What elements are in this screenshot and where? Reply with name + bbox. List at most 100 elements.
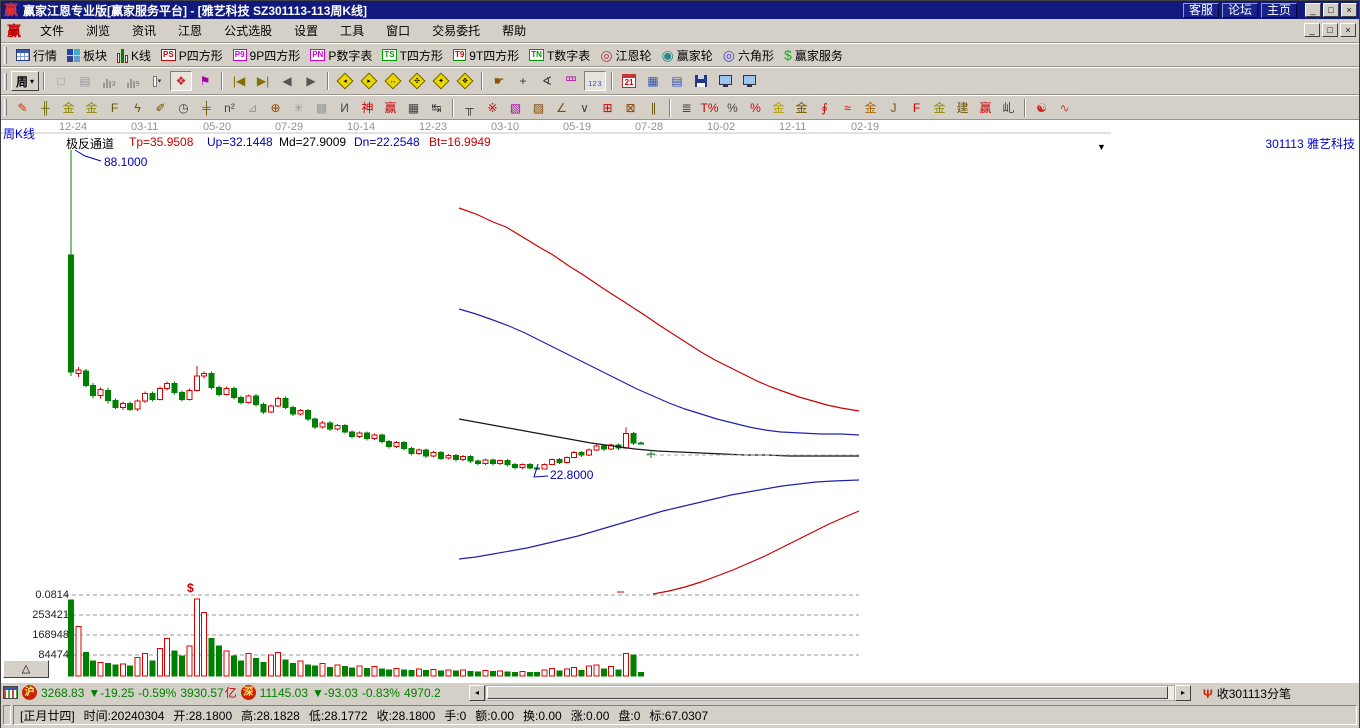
radial-rays-button[interactable]: ※: [482, 98, 503, 117]
calendar-21-button[interactable]: 21: [618, 71, 640, 91]
info-panel-button[interactable]: ▤: [74, 71, 96, 91]
scroll-right-button[interactable]: ▸: [1175, 685, 1191, 701]
shanghai-icon[interactable]: 沪: [22, 685, 37, 700]
period-select-button[interactable]: 周 ▾: [11, 71, 40, 91]
menu-item-9[interactable]: 交易委托: [421, 19, 491, 42]
child-close-button[interactable]: ×: [1340, 23, 1356, 37]
shift-right-button[interactable]: ▸: [358, 71, 380, 91]
menu-item-4[interactable]: 江恩: [167, 19, 213, 42]
menu-item-10[interactable]: 帮助: [491, 19, 537, 42]
trend-angle-button[interactable]: ∠: [551, 98, 572, 117]
wave-bands-button[interactable]: ≈: [837, 98, 858, 117]
toolbar-button-p-number-table[interactable]: PN P数字表: [305, 46, 377, 65]
gann-lines-button[interactable]: ╫: [35, 98, 56, 117]
menu-item-7[interactable]: 工具: [329, 19, 375, 42]
horizontal-scrollbar[interactable]: ◂ ▸: [469, 685, 1191, 701]
wave-mark-button[interactable]: И: [334, 98, 355, 117]
spider-web-button[interactable]: ▩: [311, 98, 332, 117]
toolbar-button-gann-wheel[interactable]: ◎ 江恩轮: [595, 46, 656, 65]
f-angle-button[interactable]: F: [906, 98, 927, 117]
red-seal-button[interactable]: ❖: [170, 71, 193, 91]
last-bar-button[interactable]: ▶|: [252, 71, 274, 91]
fib-lines-button[interactable]: F: [104, 98, 125, 117]
circle-cross-button[interactable]: ⊕: [265, 98, 286, 117]
crosshair-tool-button[interactable]: +: [512, 71, 534, 91]
net-print-button[interactable]: [738, 71, 760, 91]
yingjia-tool-button[interactable]: 赢: [380, 98, 401, 117]
zoom-area-button[interactable]: □: [50, 71, 72, 91]
menu-item-1[interactable]: 文件: [29, 19, 75, 42]
gold-angle-button[interactable]: 金: [929, 98, 950, 117]
block-web-button[interactable]: ⊠: [620, 98, 641, 117]
grid-windows-button[interactable]: ▦: [642, 71, 664, 91]
menu-item-5[interactable]: 公式选股: [213, 19, 283, 42]
level-table-button[interactable]: ≣: [676, 98, 697, 117]
arc-fan-button[interactable]: ϟ: [127, 98, 148, 117]
homepage-button[interactable]: 主页: [1260, 2, 1297, 18]
scrollbar-thumb[interactable]: [487, 686, 1169, 699]
v-reversal-button[interactable]: ∨: [574, 98, 595, 117]
j-angle-button[interactable]: J: [883, 98, 904, 117]
toolbar-button-kline[interactable]: K线: [112, 46, 156, 65]
wave-curve-button[interactable]: ∿: [1054, 98, 1075, 117]
golden-levels-button[interactable]: 金: [791, 98, 812, 117]
shape-box-1-button[interactable]: ▧: [505, 98, 526, 117]
shape-box-2-button[interactable]: ▨: [528, 98, 549, 117]
expand-horizontal-button[interactable]: ↔: [382, 71, 404, 91]
mark-numbers-button[interactable]: ₁₂₃: [584, 71, 607, 91]
shift-left-button[interactable]: ◂: [334, 71, 356, 91]
toolbar-button-nine-t-square[interactable]: T9 9T四方形: [448, 46, 524, 65]
pane-collapse-button[interactable]: △: [3, 660, 49, 678]
close-button[interactable]: ×: [1341, 3, 1357, 17]
chart-area[interactable]: 周K线 12-24 03-11 05-20 07-29 10-14 12-23 03-10 0…: [1, 120, 1359, 682]
child-restore-button[interactable]: □: [1322, 23, 1338, 37]
candle-style-button[interactable]: ▾: [146, 71, 168, 91]
ying-line-button[interactable]: 赢: [975, 98, 996, 117]
toolbar-button-t-square[interactable]: TS T四方形: [377, 46, 448, 65]
first-bar-button[interactable]: |◀: [228, 71, 250, 91]
n-square-button[interactable]: n²: [219, 98, 240, 117]
percent-plain-button[interactable]: %: [722, 98, 743, 117]
forum-button[interactable]: 论坛: [1221, 2, 1258, 18]
speed-resist-button[interactable]: 建: [952, 98, 973, 117]
next-bar-button[interactable]: ▶: [300, 71, 322, 91]
toolbar-button-t-number-table[interactable]: TN T数字表: [524, 46, 595, 65]
menu-item-2[interactable]: 浏览: [75, 19, 121, 42]
shenzhen-icon[interactable]: 深: [240, 685, 256, 700]
scroll-left-button[interactable]: ◂: [469, 685, 485, 701]
kline-chart-canvas[interactable]: [1, 120, 1359, 682]
bars-9-button[interactable]: 9: [122, 71, 144, 91]
angle-pencil-button[interactable]: ✐: [150, 98, 171, 117]
market-table-icon[interactable]: [3, 686, 18, 699]
dropdown-caret-icon[interactable]: ▼: [1097, 142, 1106, 152]
toolbar-button-quotes[interactable]: 行情: [11, 46, 62, 65]
menu-item-8[interactable]: 窗口: [375, 19, 421, 42]
expand-all-button[interactable]: ✦: [430, 71, 452, 91]
screen-export-button[interactable]: [714, 71, 736, 91]
percent-red-button[interactable]: %: [745, 98, 766, 117]
t-percent-button[interactable]: T%: [699, 98, 720, 117]
matrix-grid-button[interactable]: ▦: [403, 98, 424, 117]
center-view-button[interactable]: ✥: [454, 71, 476, 91]
save-disk-button[interactable]: [690, 71, 712, 91]
prev-bar-button[interactable]: ◀: [276, 71, 298, 91]
golden-circle-button[interactable]: 金: [768, 98, 789, 117]
hand-tool-button[interactable]: ☛: [488, 71, 510, 91]
compress-view-button[interactable]: ✣: [406, 71, 428, 91]
color-flag-button[interactable]: ⚑: [194, 71, 216, 91]
taiji-tool-button[interactable]: ☯: [1031, 98, 1052, 117]
bars-3-button[interactable]: 3: [98, 71, 120, 91]
angle-measure-button[interactable]: ∢: [536, 71, 558, 91]
scrollbar-track[interactable]: [485, 685, 1175, 701]
pillar-line-button[interactable]: ╥: [459, 98, 480, 117]
shen-tool-button[interactable]: 神: [357, 98, 378, 117]
chip-distribution-button[interactable]: 罒: [560, 71, 582, 91]
toolbar-button-p-square[interactable]: PS P四方形: [156, 46, 228, 65]
draw-pencil-button[interactable]: ✎: [12, 98, 33, 117]
time-cycle-button[interactable]: ◷: [173, 98, 194, 117]
toolbar-button-hexagon[interactable]: ◎ 六角形: [718, 46, 779, 65]
star-web-button[interactable]: ✳: [288, 98, 309, 117]
customer-service-button[interactable]: 客服: [1182, 2, 1219, 18]
ink-marker-button[interactable]: ∮: [814, 98, 835, 117]
toolbar-button-nine-p-square[interactable]: P9 9P四方形: [228, 46, 305, 65]
